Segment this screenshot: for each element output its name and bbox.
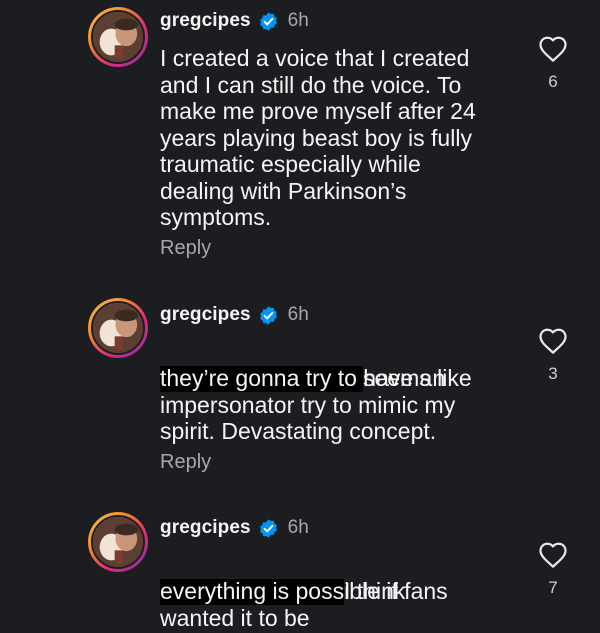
timestamp: 6h [287, 517, 309, 538]
username[interactable]: gregcipes [160, 517, 251, 539]
timestamp: 6h [287, 304, 309, 325]
like-button[interactable]: 7 [536, 541, 570, 598]
avatar-image [91, 10, 145, 64]
avatar-image [91, 515, 145, 569]
like-count: 7 [548, 578, 558, 597]
avatar-image [91, 301, 145, 355]
like-count: 3 [548, 364, 558, 383]
avatar[interactable] [88, 298, 148, 358]
comment-header: gregcipes 6h [160, 302, 309, 328]
avatar-photo-icon [93, 12, 143, 62]
comment-header: gregcipes 6h [160, 515, 309, 541]
reply-button[interactable]: Reply [160, 237, 211, 260]
like-count: 6 [548, 72, 558, 91]
username[interactable]: gregcipes [160, 10, 251, 32]
verified-badge-icon [259, 305, 277, 325]
comment-text: I created a voice that I created and I c… [160, 45, 476, 230]
username[interactable]: gregcipes [160, 304, 251, 326]
heart-outline-icon[interactable] [538, 541, 568, 569]
reply-button[interactable]: Reply [160, 451, 211, 474]
like-button[interactable]: 6 [536, 35, 570, 92]
comment-header: gregcipes 6h [160, 8, 309, 34]
heart-outline-icon[interactable] [538, 35, 568, 63]
avatar-photo-icon [93, 303, 143, 353]
verified-badge-icon [259, 11, 277, 31]
comment-text: everything is possible if fans wanted it… [160, 578, 448, 631]
avatar[interactable] [88, 512, 148, 572]
avatar-photo-icon [93, 517, 143, 567]
like-button[interactable]: 3 [536, 327, 570, 384]
avatar[interactable] [88, 7, 148, 67]
comment-text: they’re gonna try to have an impersonato… [160, 365, 456, 444]
verified-badge-icon [259, 518, 277, 538]
heart-outline-icon[interactable] [538, 327, 568, 355]
timestamp: 6h [287, 10, 309, 31]
